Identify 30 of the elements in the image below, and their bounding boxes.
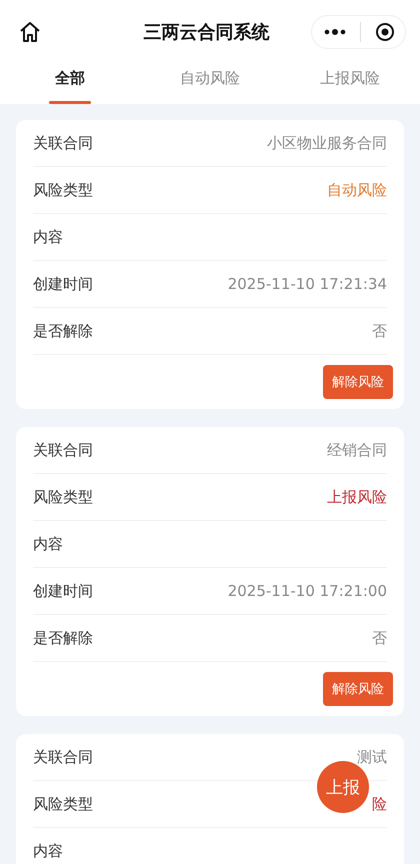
- field-value: 上报风险: [327, 488, 387, 506]
- resolve-button[interactable]: 解除风险: [323, 672, 393, 706]
- field-value: 2025-11-10 17:21:00: [228, 582, 387, 600]
- field-label: 是否解除: [33, 322, 93, 340]
- field-value: 小区物业服务合同: [267, 134, 387, 152]
- field-label: 创建时间: [33, 274, 93, 294]
- field-value: 险: [372, 794, 387, 814]
- field-value: 否: [372, 628, 387, 648]
- field-value: 自动风险: [327, 180, 387, 200]
- field-label: 内容: [33, 842, 63, 860]
- field-label: 关联合同: [33, 748, 93, 766]
- field-label: 关联合同: [33, 134, 93, 152]
- page-title: 三两云合同系统: [144, 21, 270, 44]
- field-label: 创建时间: [33, 582, 93, 600]
- tab[interactable]: 全部: [0, 64, 140, 104]
- resolve-button[interactable]: 解除风险: [323, 365, 393, 399]
- tab[interactable]: 自动风险: [140, 64, 280, 104]
- tab[interactable]: 上报风险: [280, 64, 420, 104]
- field-label: 风险类型: [33, 794, 93, 814]
- field-label: 内容: [33, 228, 63, 246]
- field-label: 风险类型: [33, 488, 93, 506]
- field-label: 关联合同: [33, 440, 93, 460]
- field-value: 经销合同: [327, 440, 387, 460]
- home-icon[interactable]: [18, 20, 42, 44]
- field-value: 2025-11-10 17:21:34: [228, 275, 387, 293]
- more-icon[interactable]: [324, 28, 346, 36]
- field-label: 风险类型: [33, 180, 93, 200]
- field-label: 是否解除: [33, 628, 93, 648]
- field-label: 内容: [33, 534, 63, 554]
- field-value: 否: [372, 322, 387, 340]
